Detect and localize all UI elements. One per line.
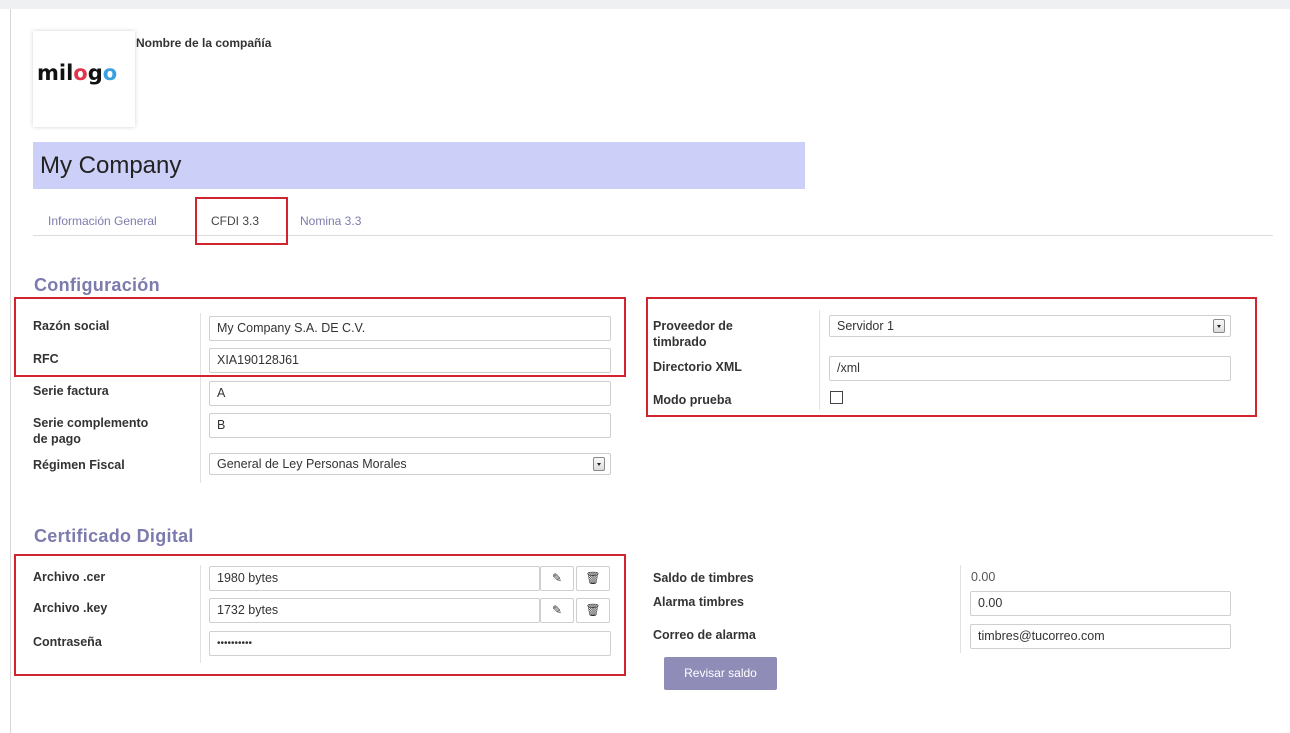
correo-alarma-input[interactable]: timbres@tucorreo.com (970, 624, 1231, 649)
company-name-field[interactable]: My Company (33, 142, 805, 189)
serie-factura-label: Serie factura (33, 384, 109, 398)
logo-wordmark: milogo (37, 61, 118, 85)
serie-factura-input[interactable]: A (209, 381, 611, 406)
tab-nomina[interactable]: Nomina 3.3 (300, 214, 361, 228)
chevron-down-icon[interactable] (593, 457, 605, 471)
alarma-timbres-label: Alarma timbres (653, 595, 745, 609)
highlight-box-tab (195, 197, 288, 245)
company-name-label: Nombre de la compañía (136, 36, 272, 50)
correo-alarma-label: Correo de alarma (653, 628, 756, 642)
tab-informacion-general[interactable]: Información General (48, 214, 157, 228)
saldo-timbres-label: Saldo de timbres (653, 571, 754, 585)
company-logo[interactable]: milogo (33, 31, 135, 127)
serie-complemento-label-line2: de pago (33, 432, 81, 446)
regimen-fiscal-label: Régimen Fiscal (33, 458, 125, 472)
regimen-fiscal-value: General de Ley Personas Morales (217, 457, 407, 471)
highlight-box-certificado (14, 554, 626, 676)
top-bar (0, 0, 1290, 9)
left-border (10, 9, 11, 733)
saldo-timbres-value: 0.00 (971, 570, 996, 584)
highlight-box-razon-rfc (14, 297, 626, 377)
serie-complemento-input[interactable]: B (209, 413, 611, 438)
revisar-saldo-button[interactable]: Revisar saldo (664, 657, 777, 690)
alarma-timbres-input[interactable]: 0.00 (970, 591, 1231, 616)
label-separator-timbres (960, 565, 961, 653)
highlight-box-proveedor (646, 297, 1257, 417)
section-title-certificado: Certificado Digital (34, 526, 194, 546)
section-title-configuracion: Configuración (34, 275, 160, 295)
serie-complemento-label-line1: Serie complemento (33, 416, 149, 430)
serie-complemento-label: Serie complemento de pago (33, 415, 148, 447)
regimen-fiscal-select[interactable]: General de Ley Personas Morales (209, 453, 611, 475)
